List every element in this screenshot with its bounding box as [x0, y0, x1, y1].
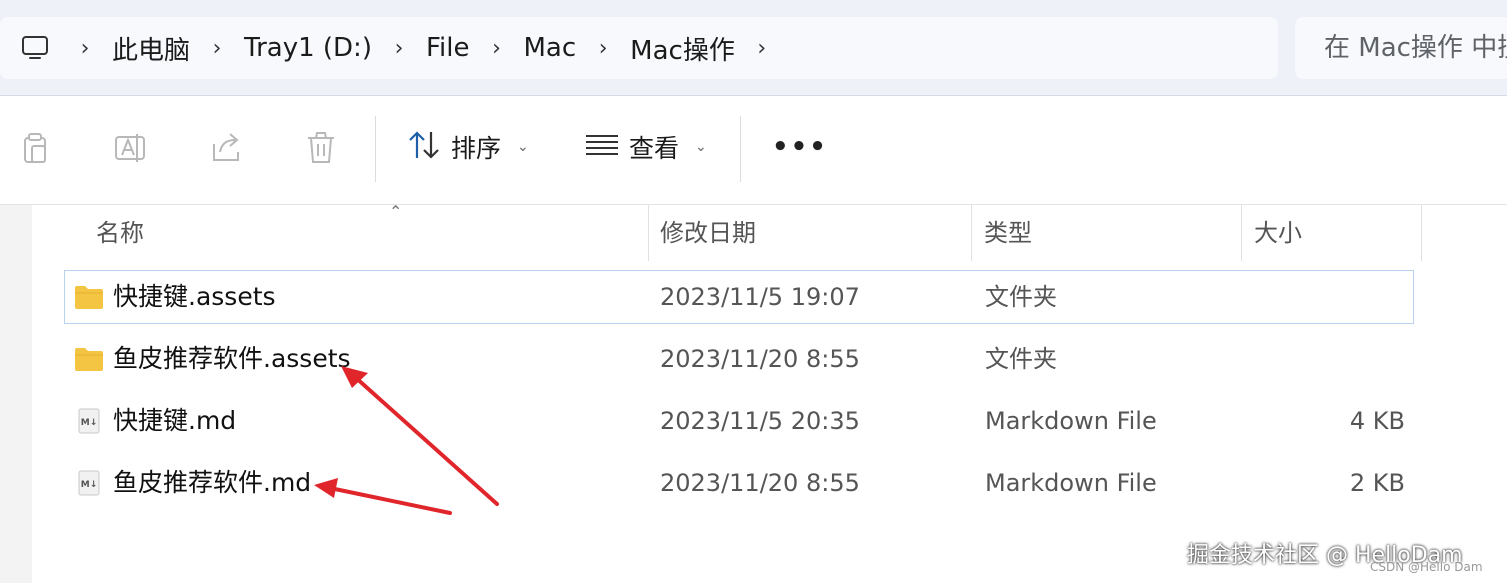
view-button[interactable]: 查看 ⌄ — [585, 124, 707, 170]
rename-icon[interactable] — [113, 128, 147, 166]
file-name: 快捷键.assets — [113, 282, 276, 311]
file-name: 鱼皮推荐软件.md — [113, 468, 312, 497]
column-header-name[interactable]: 名称 — [96, 205, 144, 261]
more-options-button[interactable]: ••• — [772, 132, 828, 162]
file-size — [1295, 333, 1405, 385]
toolbar-divider — [740, 116, 741, 182]
file-type: Markdown File — [985, 407, 1157, 435]
delete-icon[interactable] — [304, 128, 338, 166]
sort-ascending-icon: ⌃ — [389, 202, 403, 221]
file-type: 文件夹 — [985, 345, 1057, 373]
chevron-right-icon[interactable]: › — [580, 36, 626, 61]
chevron-right-icon[interactable]: › — [376, 36, 422, 61]
file-size — [1295, 271, 1405, 323]
chevron-right-icon[interactable]: › — [194, 36, 240, 61]
sort-button[interactable]: 排序 ⌄ — [407, 124, 529, 170]
breadcrumb[interactable]: › 此电脑 › Tray1 (D:) › File › Mac › Mac操作 … — [0, 17, 1278, 79]
file-name: 鱼皮推荐软件.assets — [113, 344, 351, 373]
file-modified: 2023/11/5 20:35 — [660, 407, 860, 435]
command-bar: 排序 ⌄ 查看 ⌄ ••• — [0, 96, 1507, 205]
column-header-modified[interactable]: 修改日期 — [660, 205, 756, 261]
sort-label: 排序 — [451, 134, 502, 163]
folder-icon — [74, 346, 104, 372]
file-size: 4 KB — [1349, 407, 1405, 435]
column-divider[interactable] — [1241, 205, 1242, 261]
crumb-mac-ops[interactable]: Mac操作 — [626, 30, 739, 67]
markdown-file-icon: M↓ — [74, 470, 104, 496]
view-icon — [585, 132, 619, 162]
column-headers: ⌃ 名称 修改日期 类型 大小 — [32, 202, 1507, 261]
watermark-secondary: CSDN @Hello Dam — [1370, 560, 1483, 574]
file-row[interactable]: M↓ 快捷键.md 2023/11/5 20:35 Markdown File … — [65, 395, 1413, 447]
toolbar-divider — [375, 116, 376, 182]
file-row[interactable]: M↓ 鱼皮推荐软件.md 2023/11/20 8:55 Markdown Fi… — [65, 457, 1413, 509]
file-row[interactable]: 快捷键.assets 2023/11/5 19:07 文件夹 — [64, 270, 1414, 324]
column-divider[interactable] — [1421, 205, 1422, 261]
column-header-type[interactable]: 类型 — [984, 205, 1032, 261]
chevron-down-icon: ⌄ — [695, 139, 707, 155]
crumb-this-pc[interactable]: 此电脑 — [108, 30, 194, 67]
navigation-pane-edge — [0, 205, 32, 583]
chevron-right-icon[interactable]: › — [473, 36, 519, 61]
crumb-mac[interactable]: Mac — [519, 33, 580, 63]
file-name: 快捷键.md — [113, 406, 237, 435]
chevron-down-icon: ⌄ — [517, 139, 529, 155]
file-modified: 2023/11/5 19:07 — [660, 283, 860, 311]
file-modified: 2023/11/20 8:55 — [660, 469, 860, 497]
crumb-file[interactable]: File — [422, 33, 474, 63]
file-size: 2 KB — [1349, 469, 1405, 497]
search-input[interactable]: 在 Mac操作 中搜索 — [1295, 17, 1507, 79]
chevron-right-icon[interactable]: › — [62, 36, 108, 61]
view-label: 查看 — [629, 134, 680, 163]
file-row[interactable]: 鱼皮推荐软件.assets 2023/11/20 8:55 文件夹 — [65, 333, 1413, 385]
sort-icon — [407, 130, 441, 164]
column-header-size[interactable]: 大小 — [1254, 205, 1302, 261]
svg-text:M↓: M↓ — [81, 480, 98, 490]
computer-icon[interactable] — [20, 33, 50, 63]
file-type: 文件夹 — [985, 283, 1057, 311]
crumb-drive[interactable]: Tray1 (D:) — [240, 33, 376, 63]
file-modified: 2023/11/20 8:55 — [660, 345, 860, 373]
address-region: › 此电脑 › Tray1 (D:) › File › Mac › Mac操作 … — [0, 0, 1507, 96]
share-icon[interactable] — [210, 128, 244, 166]
file-type: Markdown File — [985, 469, 1157, 497]
markdown-file-icon: M↓ — [74, 408, 104, 434]
svg-text:M↓: M↓ — [81, 418, 98, 428]
column-divider[interactable] — [971, 205, 972, 261]
chevron-right-icon[interactable]: › — [739, 36, 785, 61]
copy-icon[interactable] — [18, 128, 52, 166]
folder-icon — [74, 284, 104, 310]
column-divider[interactable] — [648, 205, 649, 261]
